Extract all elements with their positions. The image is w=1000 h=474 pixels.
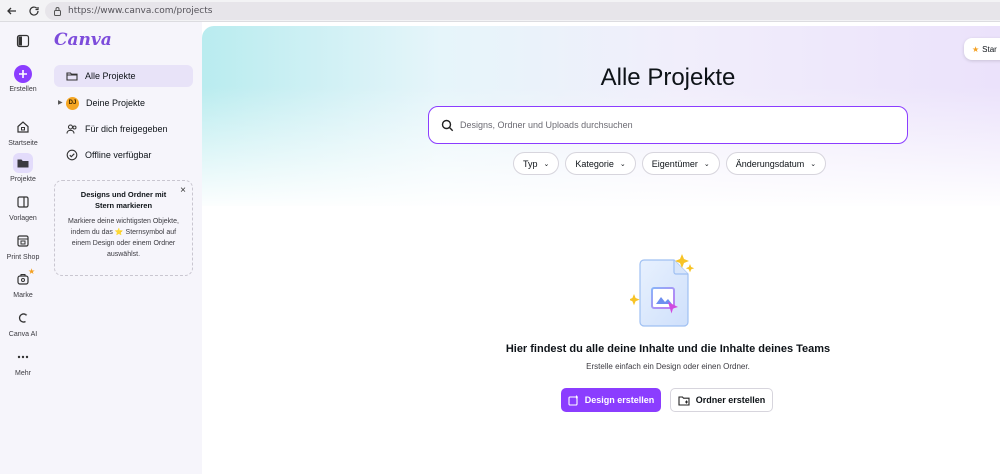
main-content: ★ Star Alle Projekte Typ ⌄ Kategorie ⌄ Eig… [202,26,1000,474]
canva-logo[interactable]: Canva [54,30,112,50]
hero-fade [202,86,1000,211]
close-icon[interactable]: × [180,185,186,196]
filter-label: Typ [523,158,538,169]
rail-item-projects[interactable]: Projekte [0,153,46,183]
star-icon: ★ [972,44,980,54]
filter-type[interactable]: Typ ⌄ [513,152,560,175]
sidebar-toggle-icon [16,34,30,48]
home-icon [17,121,29,133]
rail-label: Marke [13,292,33,299]
chevron-down-icon: ⌄ [810,160,817,168]
sidebar-item-shared[interactable]: Für dich freigegeben [54,118,193,140]
projects-sidebar: Canva Alle Projekte ▶ DJ Deine Projekte … [46,22,202,474]
create-folder-label: Ordner erstellen [695,395,766,405]
search-icon [441,119,454,131]
sidebar-item-all-projects[interactable]: Alle Projekte [54,65,193,87]
filter-owner[interactable]: Eigentümer ⌄ [641,152,720,175]
browser-toolbar: https://www.canva.com/projects [0,0,1000,22]
expand-caret-icon[interactable]: ▶ [58,99,63,106]
rail-label: Vorlagen [9,215,37,222]
page-title: Alle Projekte [600,64,736,91]
filter-label: Kategorie [575,158,614,169]
rail-item-print-shop[interactable]: Print Shop [0,231,46,261]
reload-icon [29,5,39,16]
folder-icon [66,72,78,81]
chevron-down-icon: ⌄ [543,160,550,168]
rail-item-templates[interactable]: Vorlagen [0,192,46,222]
sidebar-item-label: Für dich freigegeben [85,124,168,134]
avatar: DJ [66,96,79,110]
sidebar-item-offline[interactable]: Offline verfügbar [54,144,193,166]
rail-label: Startseite [8,140,38,147]
back-button[interactable] [2,1,22,21]
sidebar-item-your-projects[interactable]: ▶ DJ Deine Projekte [54,92,193,114]
ai-icon [18,313,28,323]
rail-label: Canva AI [8,331,38,338]
start-button-label: Star [982,44,997,54]
filter-bar: Typ ⌄ Kategorie ⌄ Eigentümer ⌄ Änderungsdat… [513,152,827,175]
rail-label: Mehr [15,370,31,377]
rail-item-canva-ai[interactable]: Canva AI [0,308,46,338]
add-folder-icon [678,395,690,406]
chevron-down-icon: ⌄ [703,160,710,168]
empty-state-subtitle: Erstelle einfach ein Design oder einen O… [586,362,750,371]
rail-item-create[interactable]: Erstellen [0,65,46,93]
rail-label: Projekte [10,176,36,183]
tip-title: Designs und Ordner mit Stern markieren [80,190,167,210]
chevron-down-icon: ⌄ [619,160,626,168]
lock-icon [54,7,61,16]
reload-button[interactable] [24,1,44,21]
sidebar-item-label: Alle Projekte [85,71,136,81]
rail-item-brand[interactable]: ★ Marke [0,267,46,299]
offline-icon [66,149,78,161]
star-tip-card: × Designs und Ordner mit Stern markieren… [54,180,193,276]
url-text: https://www.canva.com/projects [68,6,213,16]
more-icon [17,355,29,359]
create-design-label: Design erstellen [584,395,655,405]
back-arrow-icon [7,7,16,14]
star-icon: ★ [28,267,36,276]
sidebar-toggle-button[interactable] [0,31,46,51]
template-icon [17,196,29,208]
empty-state-illustration-icon [630,254,695,327]
create-folder-button[interactable]: Ordner erstellen [670,388,773,412]
tip-body: Markiere deine wichtigsten Objekte, inde… [61,216,186,260]
search-bar[interactable] [428,106,908,144]
rail-item-home[interactable]: Startseite [0,117,46,147]
folder-icon [17,159,29,168]
rail-item-more[interactable]: Mehr [0,347,46,377]
icon-rail: Erstellen Startseite Projekte Vorlagen P… [0,22,46,474]
people-icon [66,124,77,134]
rail-label: Print Shop [6,254,40,261]
rail-label: Erstellen [9,86,37,93]
create-design-button[interactable]: Design erstellen [561,388,661,412]
sidebar-item-label: Offline verfügbar [85,150,152,160]
star-icon: ⭐ [114,229,124,236]
filter-label: Änderungsdatum [735,158,805,169]
plus-icon [19,70,27,78]
filter-label: Eigentümer [651,158,698,169]
start-button[interactable]: ★ Star [964,38,1000,60]
address-bar[interactable]: https://www.canva.com/projects [45,2,1000,20]
sidebar-item-label: Deine Projekte [86,98,146,108]
filter-modified-date[interactable]: Änderungsdatum ⌄ [725,152,827,175]
add-design-icon [568,395,578,406]
search-input[interactable] [460,120,880,130]
filter-category[interactable]: Kategorie ⌄ [565,152,636,175]
empty-state-title: Hier findest du alle deine Inhalte und d… [505,343,831,355]
print-icon [17,235,29,247]
